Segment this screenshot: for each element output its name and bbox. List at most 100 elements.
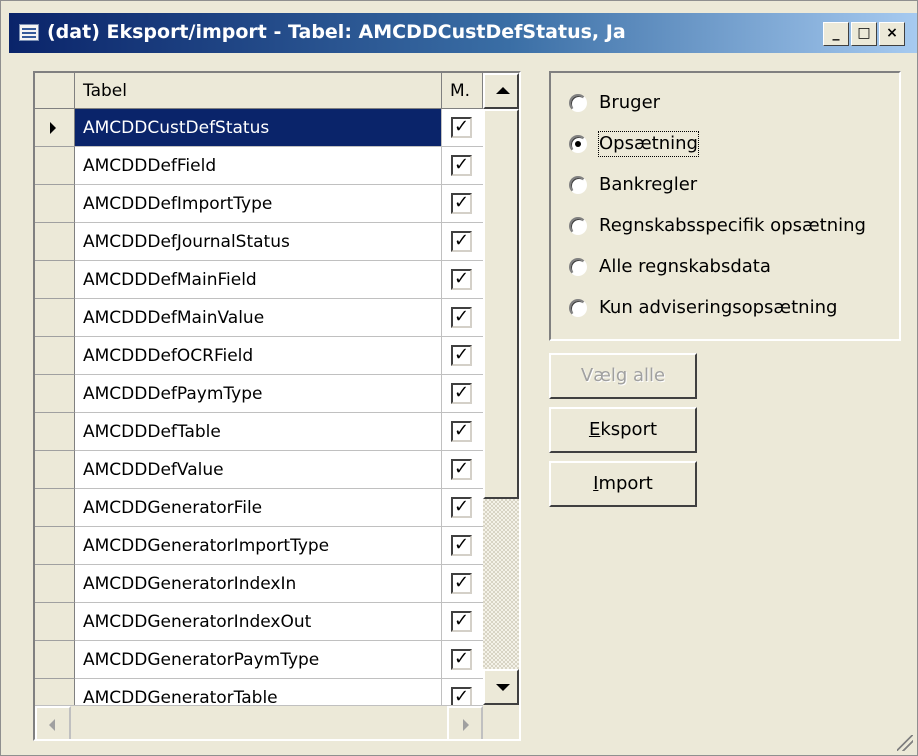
- table-name-cell[interactable]: AMCDDDefMainField: [75, 261, 442, 299]
- mark-cell: ✓: [442, 299, 483, 337]
- table-name-cell[interactable]: AMCDDDefPaymType: [75, 375, 442, 413]
- table-name-cell[interactable]: AMCDDCustDefStatus: [75, 109, 442, 147]
- radio-button[interactable]: [569, 217, 587, 235]
- scroll-right-button[interactable]: [447, 706, 483, 739]
- mark-checkbox[interactable]: ✓: [451, 611, 472, 632]
- import-button[interactable]: Import: [549, 461, 697, 507]
- record-selector[interactable]: [35, 565, 75, 603]
- record-selector[interactable]: [35, 527, 75, 565]
- table-name-cell[interactable]: AMCDDDefOCRField: [75, 337, 442, 375]
- record-selector[interactable]: [35, 337, 75, 375]
- table-name-cell[interactable]: AMCDDGeneratorPaymType: [75, 641, 442, 679]
- mark-checkbox[interactable]: ✓: [451, 383, 472, 404]
- option-label: Regnskabsspecifik opsætning: [599, 215, 866, 236]
- table-row[interactable]: AMCDDCustDefStatus ✓: [35, 109, 483, 147]
- table-row[interactable]: AMCDDGeneratorFile ✓: [35, 489, 483, 527]
- arrow-down-icon: [496, 684, 510, 691]
- table-row[interactable]: AMCDDDefField ✓: [35, 147, 483, 185]
- horizontal-scrollbar[interactable]: [35, 705, 483, 739]
- record-selector[interactable]: [35, 451, 75, 489]
- export-button[interactable]: Eksport: [549, 407, 697, 453]
- title-bar[interactable]: (dat) Eksport/import - Tabel: AMCDDCustD…: [9, 13, 917, 53]
- record-selector[interactable]: [35, 603, 75, 641]
- mark-checkbox[interactable]: ✓: [451, 155, 472, 176]
- record-selector[interactable]: [35, 261, 75, 299]
- record-selector[interactable]: [35, 489, 75, 527]
- mark-checkbox[interactable]: ✓: [451, 535, 472, 556]
- mark-checkbox[interactable]: ✓: [451, 117, 472, 138]
- select-all-button[interactable]: Vælg alle: [549, 353, 697, 399]
- table-name-cell[interactable]: AMCDDGeneratorImportType: [75, 527, 442, 565]
- mark-cell: ✓: [442, 565, 483, 603]
- mark-cell: ✓: [442, 261, 483, 299]
- close-button[interactable]: ×: [879, 22, 905, 46]
- radio-button[interactable]: [569, 135, 587, 153]
- vertical-scrollbar[interactable]: [483, 73, 519, 705]
- radio-button[interactable]: [569, 299, 587, 317]
- import-label: mport: [598, 473, 653, 494]
- table-row[interactable]: AMCDDDefPaymType ✓: [35, 375, 483, 413]
- option-label: Bruger: [599, 92, 661, 113]
- radio-button[interactable]: [569, 94, 587, 112]
- form-icon[interactable]: [19, 24, 39, 41]
- table-name-cell[interactable]: AMCDDGeneratorIndexIn: [75, 565, 442, 603]
- mark-cell: ✓: [442, 375, 483, 413]
- record-selector[interactable]: [35, 147, 75, 185]
- table-row[interactable]: AMCDDDefMainField ✓: [35, 261, 483, 299]
- table-row[interactable]: AMCDDGeneratorIndexIn ✓: [35, 565, 483, 603]
- table-name-cell[interactable]: AMCDDDefTable: [75, 413, 442, 451]
- mark-cell: ✓: [442, 451, 483, 489]
- table-row[interactable]: AMCDDDefImportType ✓: [35, 185, 483, 223]
- table-row[interactable]: AMCDDDefValue ✓: [35, 451, 483, 489]
- mark-checkbox[interactable]: ✓: [451, 421, 472, 442]
- table-name-cell[interactable]: AMCDDDefValue: [75, 451, 442, 489]
- table-row[interactable]: AMCDDDefMainValue ✓: [35, 299, 483, 337]
- mark-checkbox[interactable]: ✓: [451, 231, 472, 252]
- mark-checkbox[interactable]: ✓: [451, 497, 472, 518]
- scroll-left-button[interactable]: [35, 706, 71, 739]
- maximize-button[interactable]: □: [851, 22, 877, 46]
- record-selector[interactable]: [35, 413, 75, 451]
- record-selector[interactable]: [35, 223, 75, 261]
- scroll-track[interactable]: [483, 499, 519, 669]
- table-name-cell[interactable]: AMCDDDefField: [75, 147, 442, 185]
- resize-grip-icon[interactable]: [897, 735, 913, 751]
- table-row[interactable]: AMCDDDefOCRField ✓: [35, 337, 483, 375]
- table-row[interactable]: AMCDDDefJournalStatus ✓: [35, 223, 483, 261]
- column-header-tabel[interactable]: Tabel: [75, 73, 442, 109]
- table-row[interactable]: AMCDDGeneratorImportType ✓: [35, 527, 483, 565]
- table-name-cell[interactable]: AMCDDGeneratorIndexOut: [75, 603, 442, 641]
- mark-checkbox[interactable]: ✓: [451, 193, 472, 214]
- scroll-down-button[interactable]: [483, 669, 519, 705]
- table-name-cell[interactable]: AMCDDDefImportType: [75, 185, 442, 223]
- mark-checkbox[interactable]: ✓: [451, 459, 472, 480]
- mark-checkbox[interactable]: ✓: [451, 573, 472, 594]
- window-title: (dat) Eksport/import - Tabel: AMCDDCustD…: [47, 21, 626, 43]
- scroll-up-button[interactable]: [483, 73, 519, 109]
- table-row[interactable]: AMCDDGeneratorPaymType ✓: [35, 641, 483, 679]
- record-selector[interactable]: [35, 641, 75, 679]
- record-selector[interactable]: [35, 185, 75, 223]
- table-row[interactable]: AMCDDGeneratorIndexOut ✓: [35, 603, 483, 641]
- table-name-cell[interactable]: AMCDDGeneratorFile: [75, 489, 442, 527]
- mark-cell: ✓: [442, 413, 483, 451]
- radio-button[interactable]: [569, 258, 587, 276]
- minimize-button[interactable]: _: [823, 22, 849, 46]
- table-name-cell[interactable]: AMCDDDefMainValue: [75, 299, 442, 337]
- record-selector[interactable]: [35, 299, 75, 337]
- record-selector[interactable]: [35, 109, 75, 147]
- table-row[interactable]: AMCDDDefTable ✓: [35, 413, 483, 451]
- table-grid[interactable]: Tabel M. AMCDDCustDefStatus ✓ AMCDDDefFiel…: [33, 71, 521, 741]
- mark-checkbox[interactable]: ✓: [451, 307, 472, 328]
- mark-checkbox[interactable]: ✓: [451, 345, 472, 366]
- table-name-cell[interactable]: AMCDDDefJournalStatus: [75, 223, 442, 261]
- record-selector[interactable]: [35, 375, 75, 413]
- data-type-option-group: Bruger Opsætning Bankregler Regnskabsspecif…: [549, 71, 901, 341]
- arrow-right-icon: [463, 719, 469, 731]
- radio-button[interactable]: [569, 176, 587, 194]
- mark-checkbox[interactable]: ✓: [451, 649, 472, 670]
- column-header-m[interactable]: M.: [442, 73, 483, 109]
- record-selector-header: [35, 73, 75, 109]
- mark-checkbox[interactable]: ✓: [451, 269, 472, 290]
- scroll-thumb[interactable]: [483, 109, 519, 499]
